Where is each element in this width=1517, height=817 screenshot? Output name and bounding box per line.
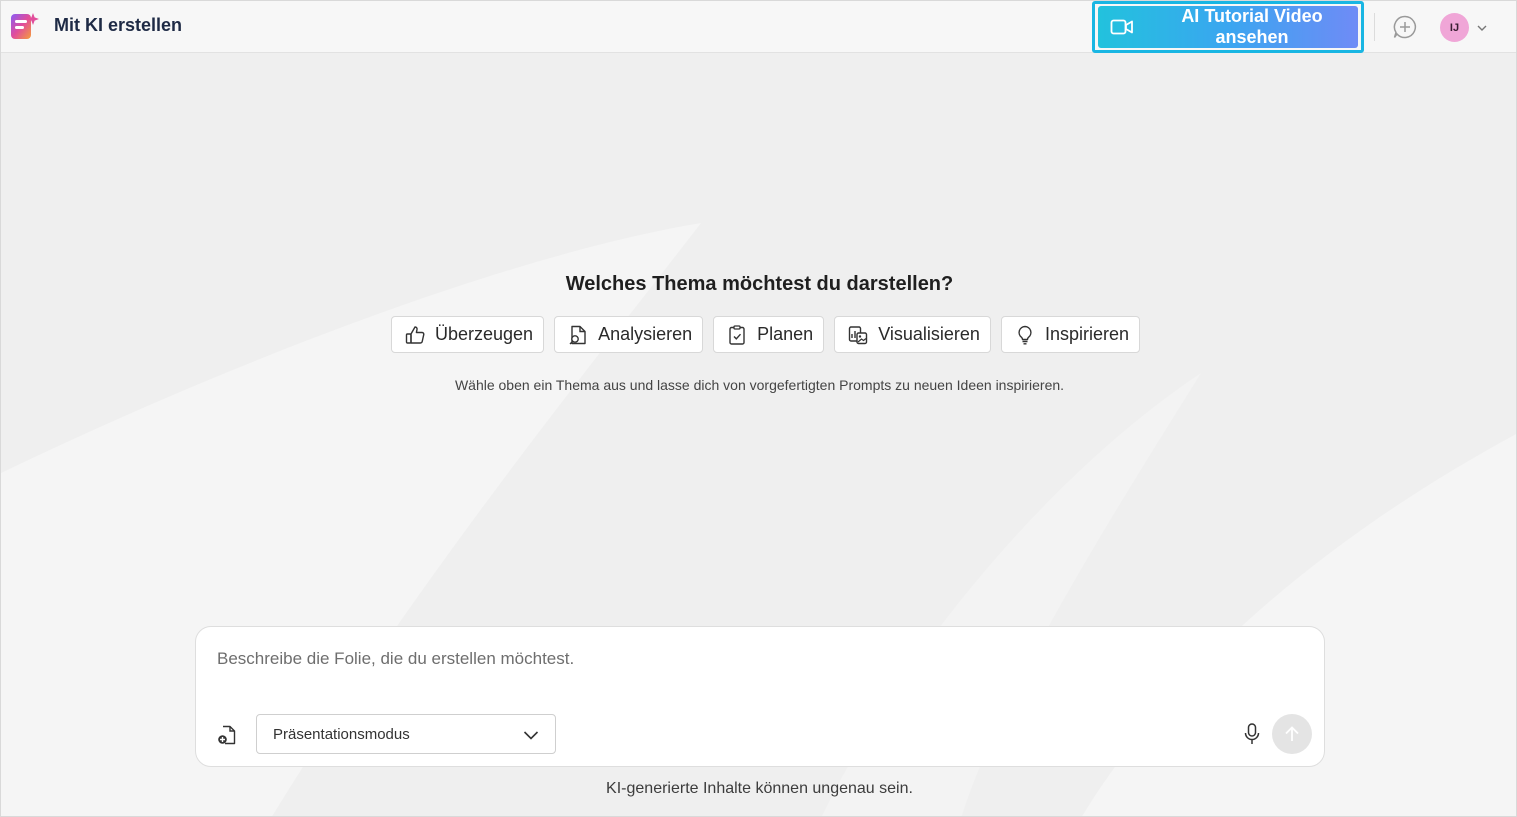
document-search-icon	[567, 324, 589, 346]
chevron-down-icon	[523, 731, 539, 740]
mode-select-value: Präsentationsmodus	[273, 725, 410, 743]
add-file-icon	[218, 725, 236, 745]
page-title: Welches Thema möchtest du darstellen?	[565, 273, 954, 295]
mode-select[interactable]: Präsentationsmodus	[256, 714, 556, 754]
send-button[interactable]	[1272, 714, 1312, 754]
avatar[interactable]: IJ	[1440, 13, 1469, 42]
prompt-composer: Präsentationsmodus	[195, 626, 1325, 767]
ai-presentation-logo-icon	[11, 13, 39, 39]
arrow-up-icon	[1285, 726, 1299, 741]
microphone-button[interactable]	[1241, 722, 1263, 746]
topic-button-visualisieren[interactable]: Visualisieren	[834, 316, 991, 353]
ai-disclaimer: KI-generierte Inhalte können ungenau sei…	[606, 780, 913, 797]
topic-label: Inspirieren	[1044, 324, 1129, 344]
topic-button-ueberzeugen[interactable]: Überzeugen	[391, 316, 545, 353]
chevron-down-icon[interactable]	[1476, 22, 1488, 34]
topic-label: Analysieren	[598, 324, 693, 344]
lightbulb-icon	[1014, 324, 1036, 346]
ai-tutorial-video-label: AI Tutorial Video ansehen	[1181, 6, 1323, 47]
attach-file-button[interactable]	[215, 723, 239, 747]
prompt-input[interactable]	[217, 645, 1297, 673]
topic-button-analysieren[interactable]: Analysieren	[554, 316, 704, 353]
microphone-icon	[1244, 723, 1260, 744]
video-camera-icon	[1110, 18, 1134, 36]
topic-button-inspirieren[interactable]: Inspirieren	[1000, 316, 1140, 353]
topic-button-planen[interactable]: Planen	[713, 316, 825, 353]
image-chart-icon	[847, 324, 869, 346]
top-bar: Mit KI erstellen AI Tutorial Video anseh…	[1, 1, 1516, 53]
topic-hint: Wähle oben ein Thema aus und lasse dich …	[454, 377, 1065, 393]
header-divider	[1374, 13, 1375, 41]
new-chat-button[interactable]	[1392, 14, 1418, 40]
new-chat-icon	[1393, 15, 1417, 39]
app-window: Mit KI erstellen AI Tutorial Video anseh…	[0, 0, 1517, 817]
app-title: Mit KI erstellen	[54, 15, 183, 35]
topic-button-row: Überzeugen Analysieren Planen Visualisie…	[391, 316, 1140, 353]
clipboard-check-icon	[726, 324, 748, 346]
ai-tutorial-video-button[interactable]: AI Tutorial Video ansehen	[1098, 6, 1358, 48]
topic-label: Visualisieren	[878, 324, 980, 344]
main-content: Welches Thema möchtest du darstellen? Üb…	[1, 53, 1516, 816]
topic-label: Planen	[757, 324, 814, 344]
topic-label: Überzeugen	[435, 324, 534, 344]
thumbs-up-icon	[404, 324, 426, 346]
